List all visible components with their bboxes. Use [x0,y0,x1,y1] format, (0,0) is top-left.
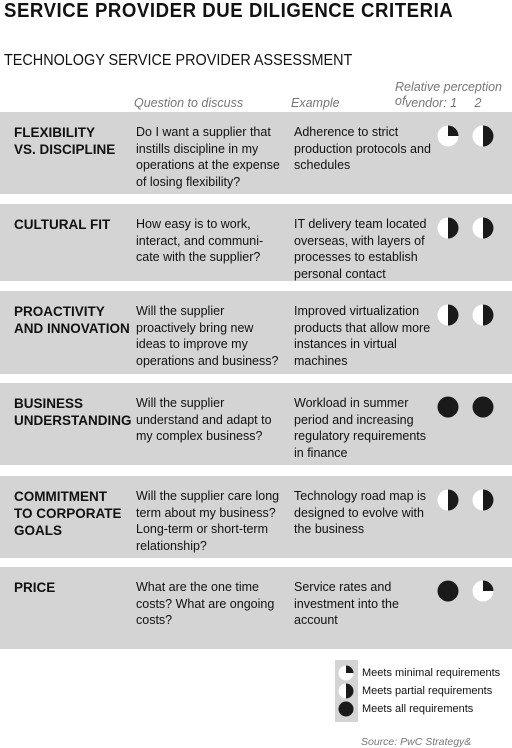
vendor1-minimal-rating-icon [437,125,459,147]
source-note: Source: PwC Strategy& [361,736,472,748]
vendor2-all-rating-icon [472,396,494,418]
subtitle: TECHNOLOGY SERVICE PROVIDER ASSESSMENT [4,52,353,69]
header-example: Example [291,96,340,110]
criteria-question: What are the one time costs? What are on… [136,580,275,627]
criteria-category: BUSINESS UNDERSTANDING [14,396,132,428]
criteria-question: Will the supplier care long term about m… [136,489,280,553]
vendor1-all-rating-icon [437,580,459,602]
vendor1-partial-rating-icon [437,304,459,326]
criteria-row: CULTURAL FIT How easy is to work, intera… [0,204,512,281]
criteria-row: PRICE What are the one time costs? What … [0,567,512,649]
criteria-row: BUSINESS UNDERSTANDING Will the supplier… [0,383,512,465]
criteria-example: Improved virtualization products that al… [294,304,431,368]
vendor2-partial-rating-icon [472,489,494,511]
vendor1-partial-rating-icon [437,217,459,239]
criteria-example: Service rates and investment into the ac… [294,580,399,627]
legend-minimal-icon [338,665,354,681]
vendor1-partial-rating-icon [437,489,459,511]
criteria-question: How easy is to work, interact, and commu… [136,217,264,264]
vendor2-partial-rating-icon [472,217,494,239]
vendor1-all-rating-icon [437,396,459,418]
criteria-question: Will the supplier understand and adapt t… [136,396,272,443]
legend-partial-icon [338,683,354,699]
criteria-example: Adherence to strict production protocols… [294,125,431,172]
criteria-row: COMMITMENT TO CORPORATE GOALS Will the s… [0,476,512,558]
criteria-row: FLEXIBILITY VS. DISCIPLINE Do I want a s… [0,112,512,194]
criteria-category: CULTURAL FIT [14,217,111,232]
vendor2-minimal-rating-icon [472,580,494,602]
criteria-question: Do I want a supplier that instills disci… [136,125,280,189]
legend-label: Meets partial requirements [362,685,493,697]
vendor2-partial-rating-icon [472,125,494,147]
criteria-category: FLEXIBILITY VS. DISCIPLINE [14,125,116,157]
criteria-category: PRICE [14,580,56,595]
header-question: Question to discuss [134,96,244,110]
criteria-question: Will the supplier proactively bring new … [136,304,279,368]
legend-all-icon [338,701,354,717]
criteria-example: Technology road map is designed to evolv… [294,489,427,536]
legend-label: Meets minimal requirements [362,667,501,679]
criteria-category: PROACTIVITY AND INNOVATION [14,304,130,336]
criteria-example: Workload in summer period and increasing… [294,396,427,460]
criteria-example: IT delivery team located overseas, with … [294,217,427,281]
page-title: SERVICE PROVIDER DUE DILIGENCE CRITERIA [4,0,454,22]
criteria-row: PROACTIVITY AND INNOVATION Will the supp… [0,291,512,374]
legend-label: Meets all requirements [362,703,474,715]
header-vendors: vendor: 1 2 [405,96,482,110]
criteria-category: COMMITMENT TO CORPORATE GOALS [14,489,122,538]
vendor2-partial-rating-icon [472,304,494,326]
